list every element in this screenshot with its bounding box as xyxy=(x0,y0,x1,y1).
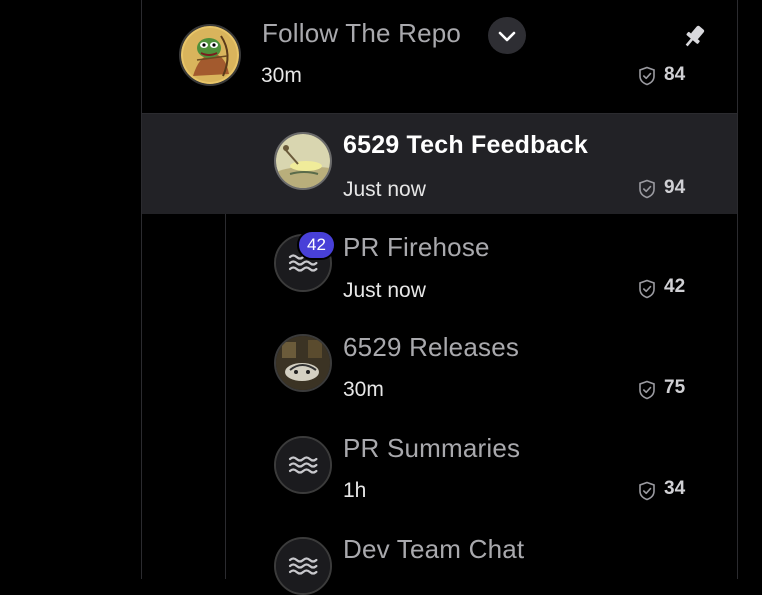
shield-icon xyxy=(639,279,655,299)
channel-time: Just now xyxy=(343,178,426,201)
channel-time: 30m xyxy=(343,378,384,401)
right-panel xyxy=(738,0,762,579)
group-score: 84 xyxy=(664,64,686,85)
shield-icon xyxy=(639,179,655,199)
channel-score: 34 xyxy=(664,478,686,499)
pin-icon xyxy=(685,25,705,47)
channel-title[interactable]: Dev Team Chat xyxy=(343,534,524,565)
shield-icon xyxy=(639,481,655,501)
waves-icon xyxy=(276,539,330,593)
waves-icon xyxy=(276,438,330,492)
channel-avatar xyxy=(274,537,332,595)
channel-title[interactable]: 6529 Tech Feedback xyxy=(343,131,588,160)
pin-button[interactable] xyxy=(680,22,708,50)
shield-icon xyxy=(639,66,655,86)
channel-score: 42 xyxy=(664,276,686,297)
channel-time: Just now xyxy=(343,279,426,302)
channel-avatar xyxy=(274,436,332,494)
unread-badge: 42 xyxy=(297,230,336,260)
shield-icon xyxy=(639,380,655,400)
channel-score: 94 xyxy=(664,177,686,198)
left-panel xyxy=(0,0,142,579)
group-dropdown-button[interactable] xyxy=(488,17,526,54)
group-title[interactable]: Follow The Repo xyxy=(262,18,461,49)
channel-time: 1h xyxy=(343,479,367,502)
channel-title[interactable]: 6529 Releases xyxy=(343,332,519,363)
channel-avatar xyxy=(274,334,332,392)
group-time: 30m xyxy=(261,64,302,87)
channel-avatar xyxy=(274,132,332,190)
channel-score: 75 xyxy=(664,377,686,398)
channel-title[interactable]: PR Summaries xyxy=(343,433,520,464)
chevron-down-icon xyxy=(498,31,516,41)
group-avatar xyxy=(179,24,241,86)
channel-title[interactable]: PR Firehose xyxy=(343,232,490,263)
channel-row-selected[interactable] xyxy=(142,114,737,214)
